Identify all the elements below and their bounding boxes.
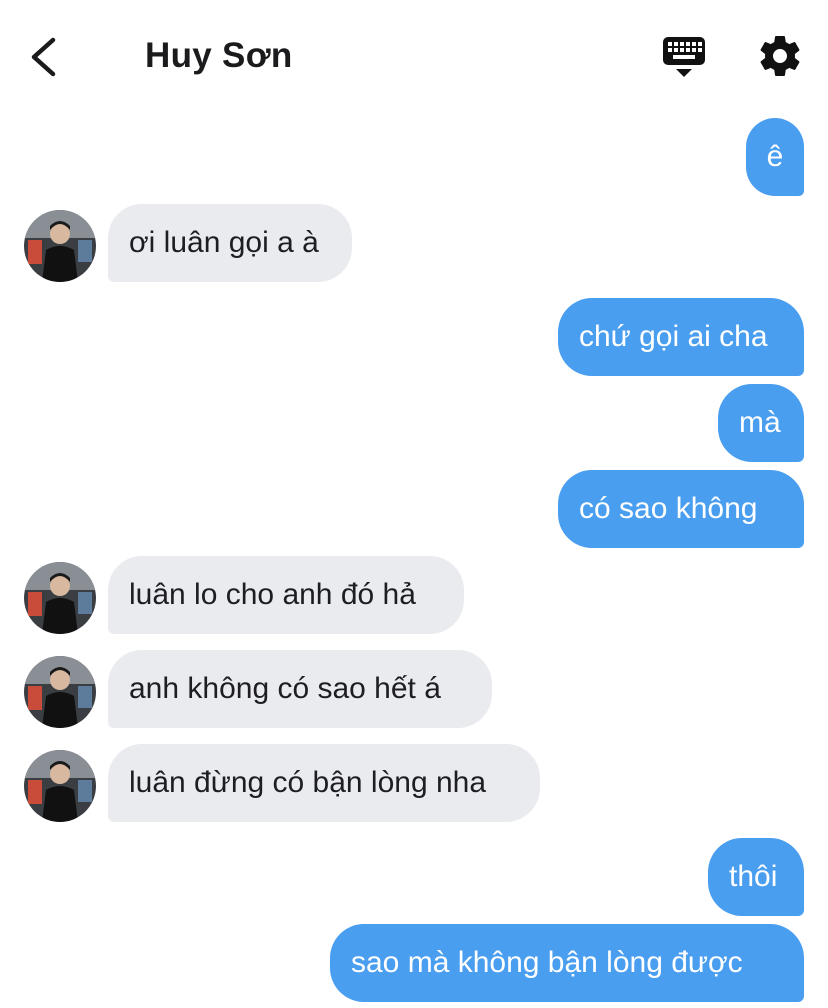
avatar[interactable] (24, 210, 96, 282)
avatar-photo (24, 656, 96, 728)
chevron-left-icon (31, 37, 56, 77)
contact-name[interactable]: Huy Sơn (145, 36, 293, 76)
avatar-photo (24, 750, 96, 822)
back-button[interactable] (24, 30, 68, 84)
avatar-photo (24, 210, 96, 282)
message-bubble-outgoing[interactable]: sao mà không bận lòng được (330, 924, 804, 1002)
avatar[interactable] (24, 656, 96, 728)
message-bubble-outgoing[interactable]: ê (746, 118, 804, 196)
avatar[interactable] (24, 750, 96, 822)
message-bubble-incoming[interactable]: luân lo cho anh đó hả (108, 556, 464, 634)
avatar-photo (24, 562, 96, 634)
message-bubble-outgoing[interactable]: chứ gọi ai cha (558, 298, 804, 376)
message-bubble-incoming[interactable]: ơi luân gọi a à (108, 204, 352, 282)
message-bubble-outgoing[interactable]: mà (718, 384, 804, 462)
keyboard-button[interactable] (660, 34, 708, 80)
avatar[interactable] (24, 562, 96, 634)
message-bubble-incoming[interactable]: luân đừng có bận lòng nha (108, 744, 540, 822)
message-bubble-incoming[interactable]: anh không có sao hết á (108, 650, 492, 728)
settings-button[interactable] (756, 32, 804, 80)
keyboard-icon (663, 37, 705, 77)
chat-header: Huy Sơn (0, 0, 828, 110)
message-bubble-outgoing[interactable]: có sao không (558, 470, 804, 548)
gear-icon (760, 36, 800, 76)
message-bubble-outgoing[interactable]: thôi (708, 838, 804, 916)
